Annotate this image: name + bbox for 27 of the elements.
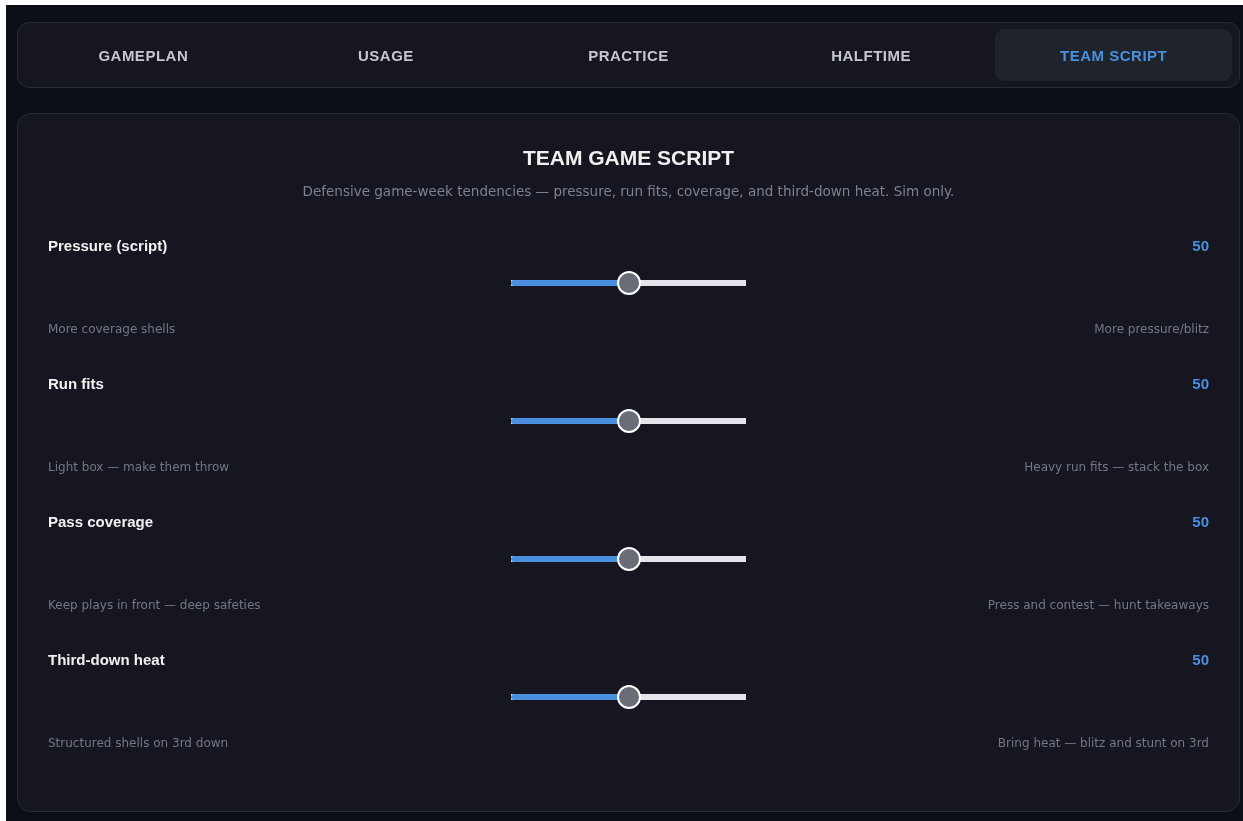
max-caption: Bring heat — blitz and stunt on 3rd [997, 736, 1209, 750]
tab[interactable]: GAMEPLAN [25, 29, 262, 81]
tab[interactable]: PRACTICE [510, 29, 747, 81]
tab[interactable]: HALFTIME [752, 29, 990, 81]
slider-thumb[interactable] [616, 547, 641, 571]
tab[interactable]: TEAM SCRIPT [995, 29, 1232, 81]
tab[interactable]: USAGE [267, 29, 505, 81]
max-caption: Press and contest — hunt takeaways [987, 598, 1209, 612]
slider-value: 50 [1192, 374, 1209, 392]
panel-subtitle: Defensive game-week tendencies — pressure, run fits, coverage, and third-down heat. Sim only. [302, 183, 955, 199]
slider-thumb[interactable] [616, 409, 641, 433]
min-caption: Structured shells on 3rd down [48, 736, 229, 750]
slider-label: Pass coverage [48, 512, 154, 530]
max-caption: Heavy run fits — stack the box [1024, 460, 1209, 474]
slider-thumb[interactable] [616, 271, 641, 295]
slider-label: Third-down heat [48, 650, 165, 668]
slider-thumb[interactable] [616, 685, 641, 709]
max-caption: More pressure/blitz [1094, 322, 1209, 336]
slider-label: Run fits [48, 374, 104, 392]
min-caption: Light box — make them throw [48, 460, 230, 474]
min-caption: More coverage shells [48, 322, 176, 336]
slider-value: 50 [1192, 236, 1209, 254]
slider-label: Pressure (script) [48, 236, 168, 254]
panel-title: TEAM GAME SCRIPT [522, 146, 735, 170]
min-caption: Keep plays in front — deep safeties [48, 598, 261, 612]
slider-value: 50 [1192, 512, 1209, 530]
slider-value: 50 [1192, 650, 1209, 668]
